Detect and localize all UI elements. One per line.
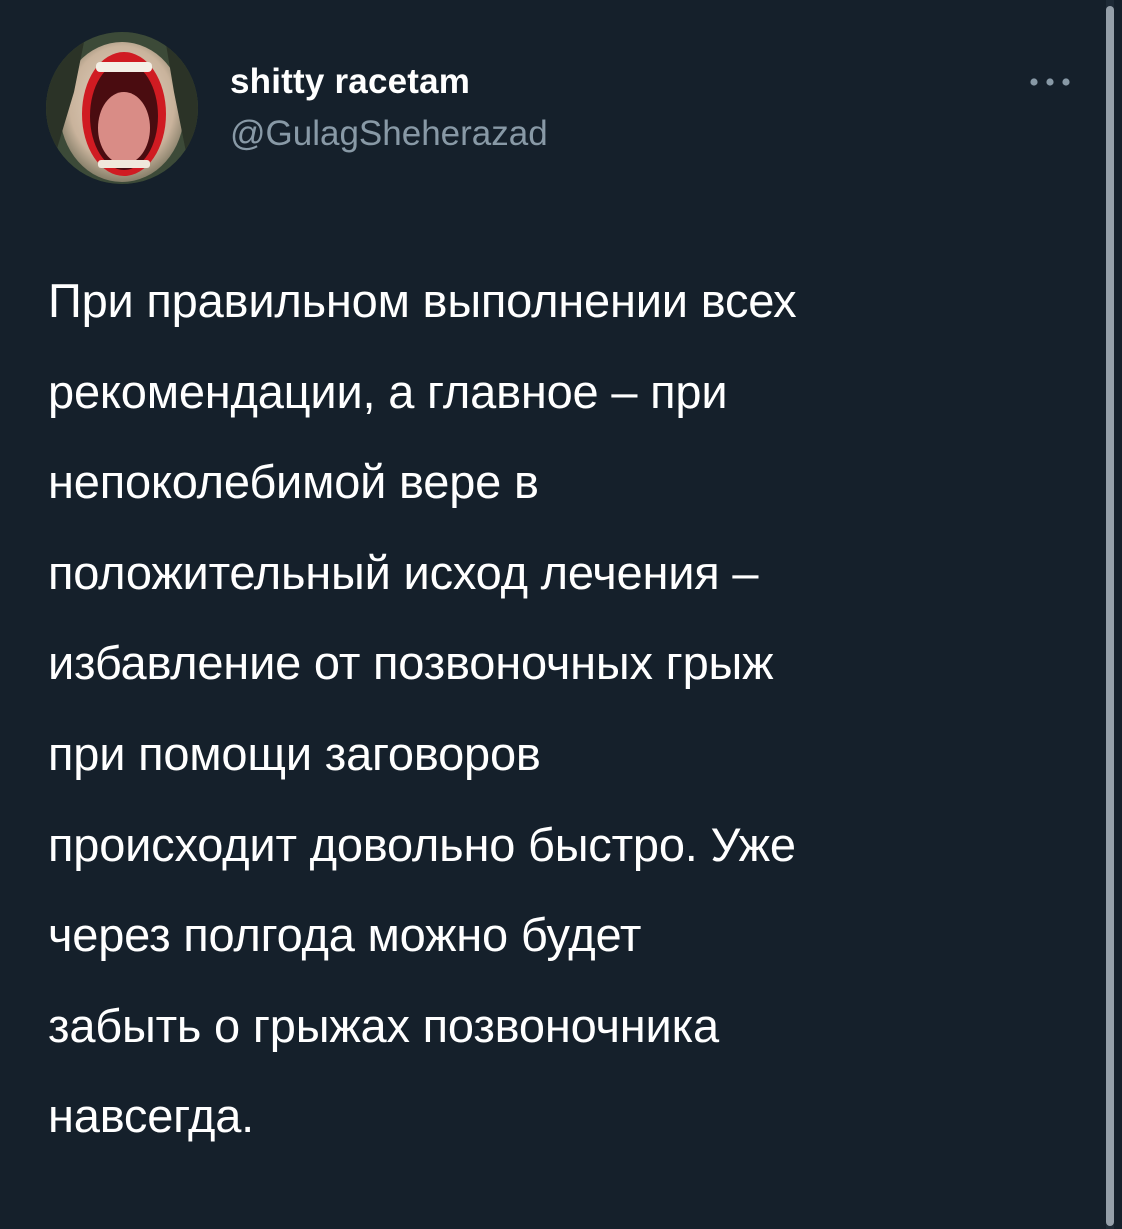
more-horizontal-icon (1030, 78, 1070, 86)
tweet-text: При правильном выполнении всех рекоменда… (48, 274, 797, 1143)
avatar[interactable] (46, 32, 198, 184)
scrollbar-thumb[interactable] (1106, 6, 1114, 1226)
tweet-screen: shitty racetam @GulagSheherazad При прав… (0, 0, 1122, 1229)
more-options-button[interactable] (1020, 62, 1080, 102)
screaming-mouth-avatar-image (46, 32, 198, 184)
user-handle[interactable]: @GulagSheherazad (230, 114, 548, 154)
display-name[interactable]: shitty racetam (230, 62, 470, 102)
scrollbar[interactable] (1106, 0, 1114, 1229)
